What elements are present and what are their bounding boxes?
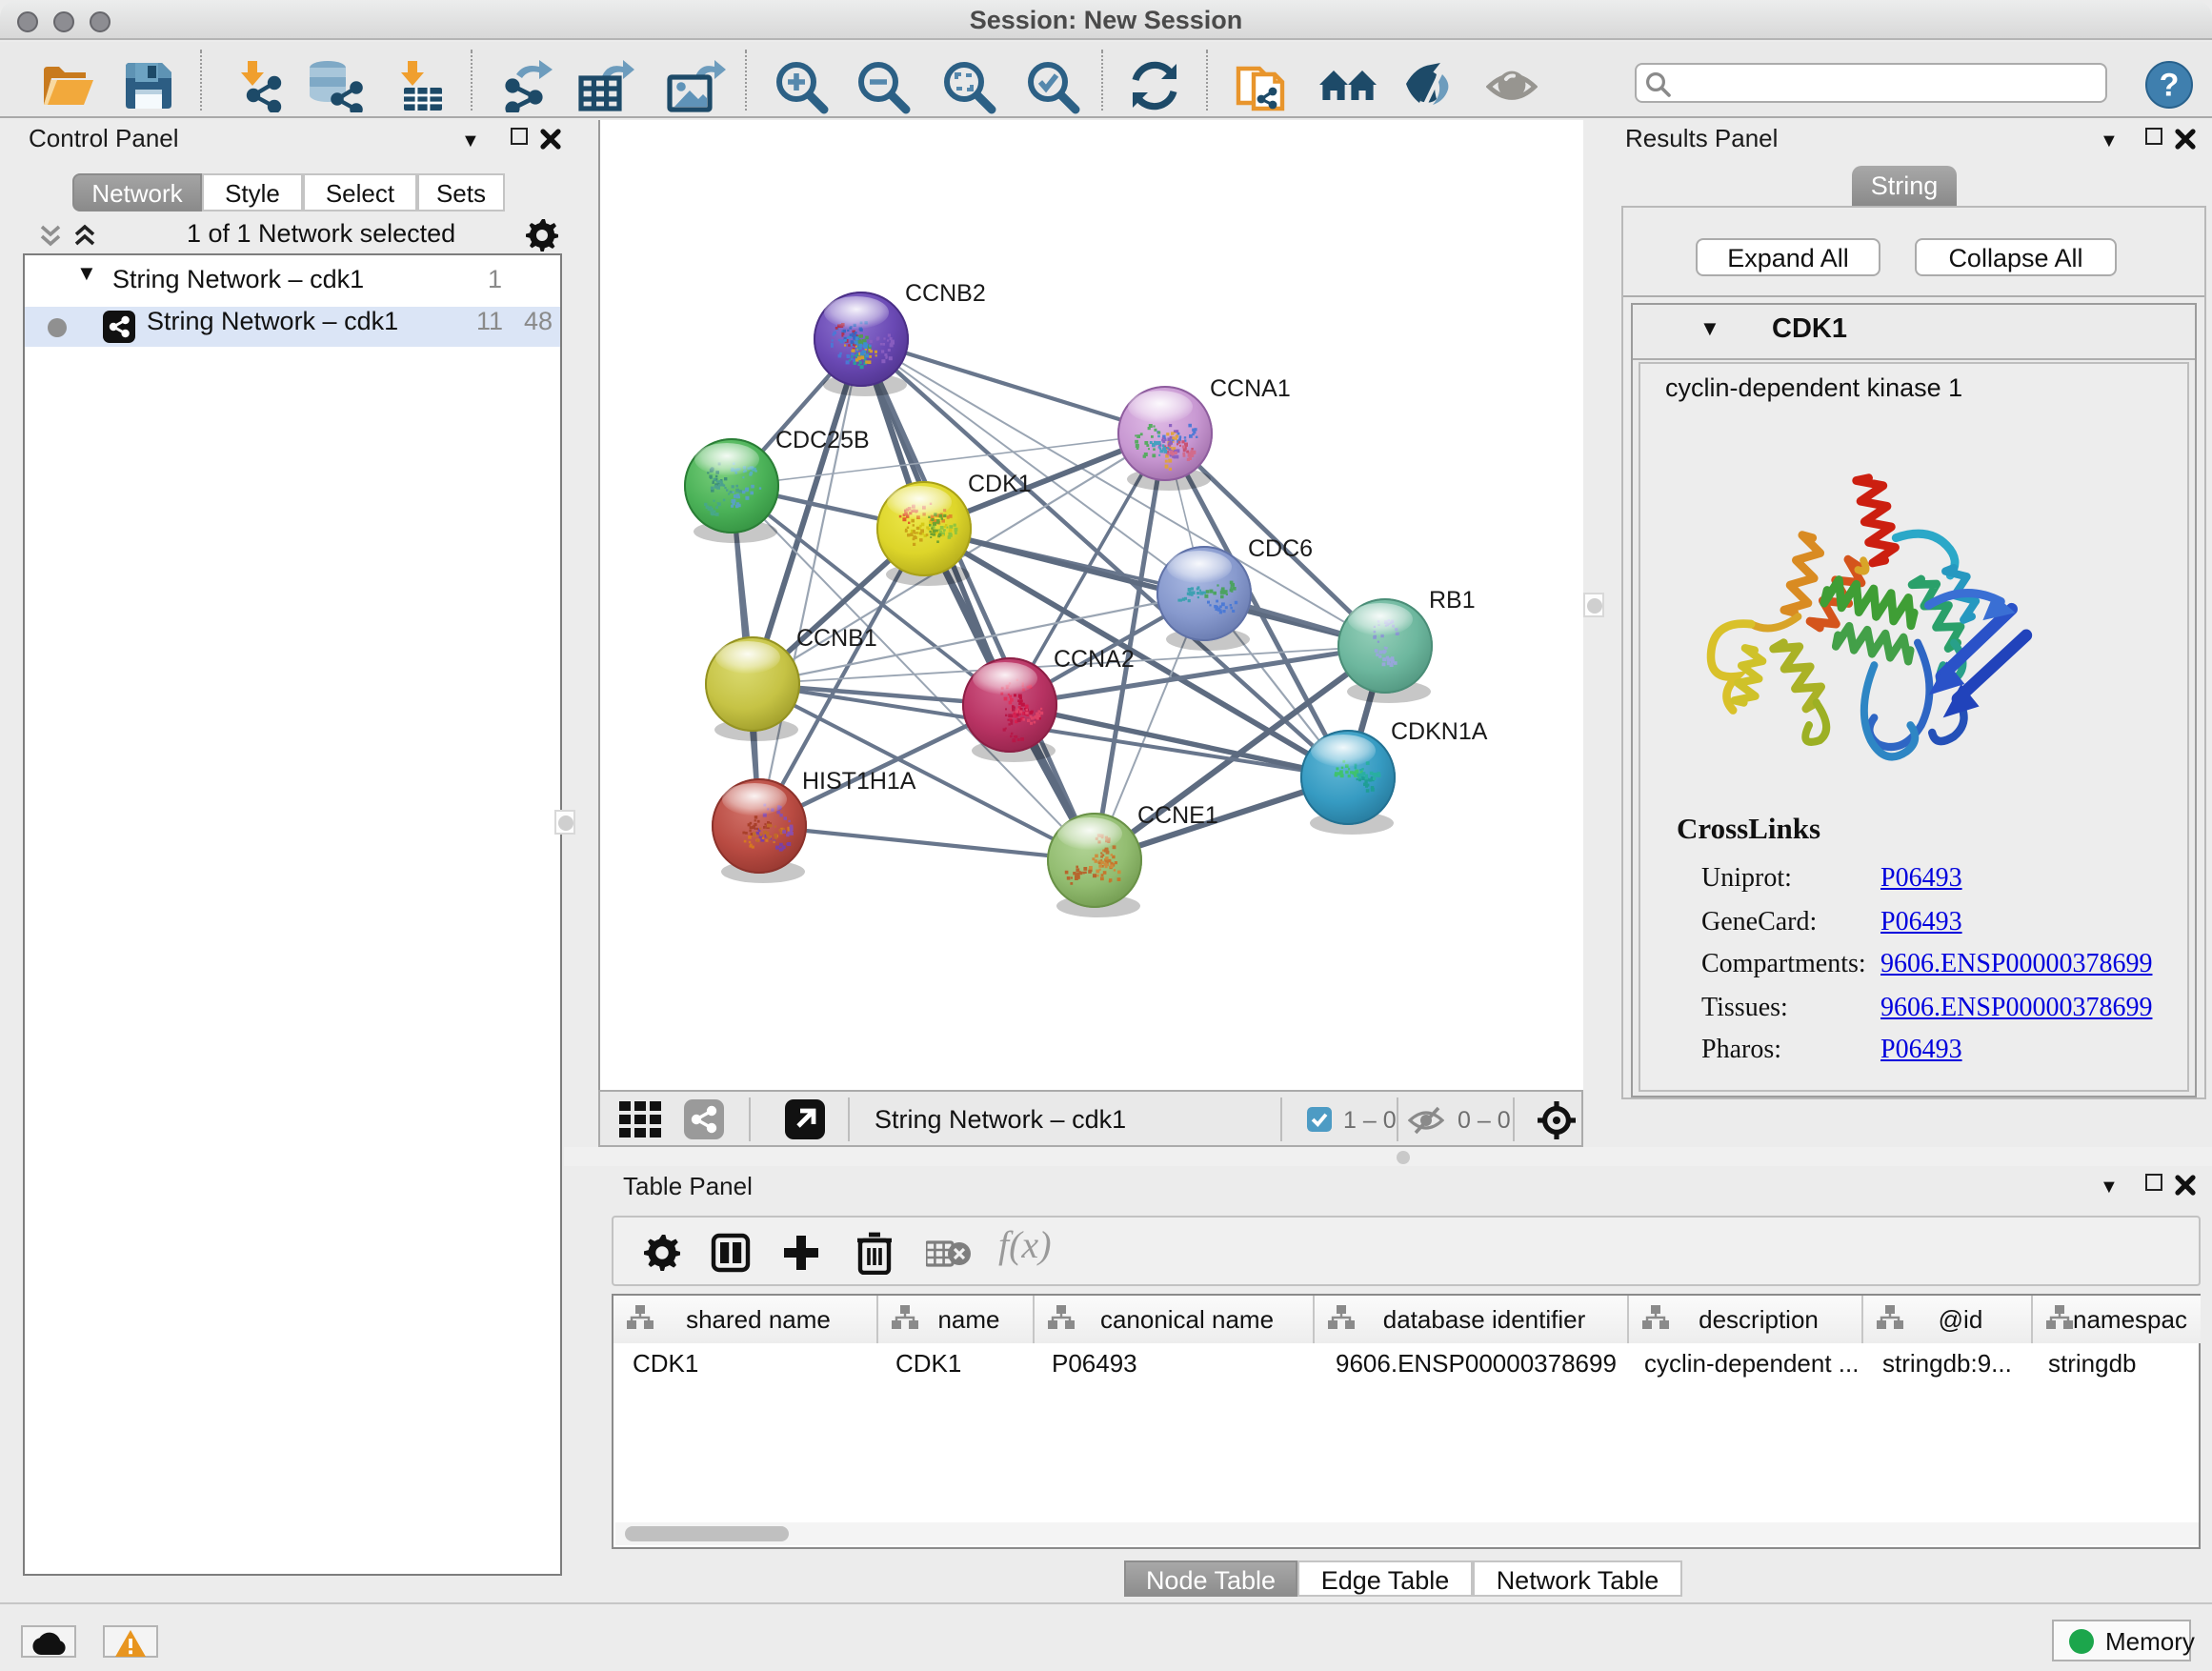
svg-text:RB1: RB1 (1429, 587, 1476, 614)
svg-text:CDKN1A: CDKN1A (1391, 718, 1488, 745)
svg-text:CCNA2: CCNA2 (1054, 646, 1135, 673)
svg-text:HIST1H1A: HIST1H1A (802, 768, 916, 795)
svg-text:CCNA1: CCNA1 (1210, 375, 1291, 402)
svg-text:CDK1: CDK1 (968, 471, 1032, 497)
svg-text:CCNE1: CCNE1 (1137, 802, 1218, 829)
svg-text:CDC6: CDC6 (1248, 535, 1313, 562)
svg-text:CCNB1: CCNB1 (796, 625, 877, 652)
svg-text:?: ? (2160, 67, 2180, 103)
svg-text:CDC25B: CDC25B (775, 427, 870, 453)
svg-text:CCNB2: CCNB2 (905, 280, 986, 307)
